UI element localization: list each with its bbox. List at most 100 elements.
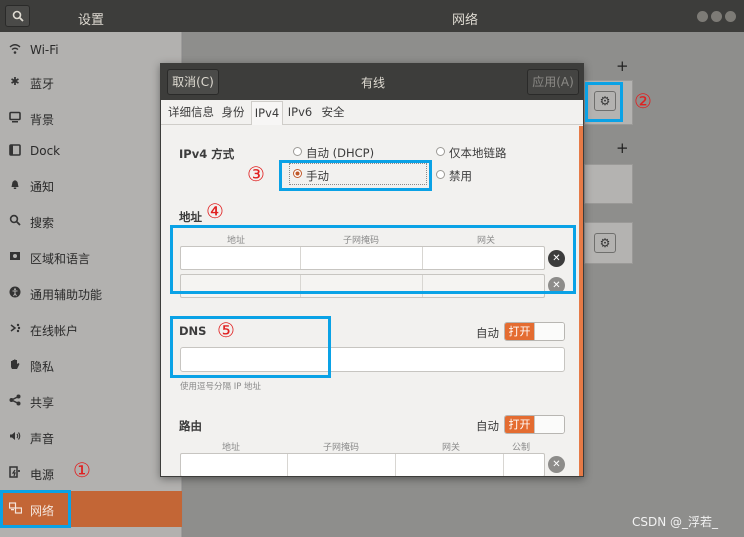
marker-1: ① <box>73 458 91 482</box>
header-bar: 设置 网络 <box>0 0 744 32</box>
gear-icon: ⚙ <box>599 236 611 250</box>
route-gateway-column-header: 网关 <box>441 443 460 453</box>
dns-hint: 使用逗号分隔 IP 地址 <box>180 382 262 392</box>
delete-route-icon[interactable]: ✕ <box>548 456 565 473</box>
column-divider <box>395 454 396 476</box>
settings-title: 设置 <box>78 13 105 28</box>
add-connection-button[interactable]: + <box>616 57 629 75</box>
power-icon <box>8 466 22 480</box>
background-icon <box>8 111 22 125</box>
share-icon <box>8 394 22 408</box>
highlight-dns-field <box>170 316 331 378</box>
sidebar-item-label: 声音 <box>30 432 55 446</box>
tab-ipv6[interactable]: IPv6 <box>285 101 315 125</box>
toggle-on-label: 打开 <box>505 416 534 433</box>
sidebar-item-label: 搜索 <box>30 216 55 230</box>
sidebar-item-label: Dock <box>30 144 61 158</box>
tab-ipv4[interactable]: IPv4 <box>251 101 283 125</box>
sidebar-item-background[interactable]: 背景 <box>0 100 182 136</box>
sidebar-item-bluetooth[interactable]: ✱ 蓝牙 <box>0 64 182 100</box>
maximize-icon[interactable] <box>711 11 722 22</box>
routes-label: 路由 <box>179 419 202 433</box>
radio-disabled[interactable] <box>436 170 445 179</box>
sidebar-item-sound[interactable]: 声音 <box>0 419 182 455</box>
route-metric-column-header: 公制 <box>511 443 530 453</box>
marker-5: ⑤ <box>217 318 235 342</box>
marker-3: ③ <box>247 162 265 186</box>
radio-link-local[interactable] <box>436 147 445 156</box>
hand-icon <box>8 358 22 372</box>
sidebar-item-region-language[interactable]: 区域和语言 <box>0 239 182 275</box>
route-address-column-header: 地址 <box>221 443 240 453</box>
column-divider <box>503 454 504 476</box>
speaker-icon <box>8 430 22 444</box>
sidebar-item-online-accounts[interactable]: 在线帐户 <box>0 311 182 347</box>
radio-dhcp[interactable] <box>293 147 302 156</box>
sidebar-item-power[interactable]: 电源 <box>0 455 182 491</box>
search-button[interactable] <box>5 5 30 27</box>
apply-button[interactable]: 应用(A) <box>527 69 579 95</box>
sidebar: Wi-Fi ✱ 蓝牙 背景 Dock 通知 搜索 区域和语言 通用辅助功能 在线… <box>0 32 182 537</box>
radio-dhcp-label[interactable]: 自动 (DHCP) <box>306 145 374 161</box>
search-icon <box>8 214 22 228</box>
highlight-manual-radio <box>279 160 432 191</box>
accessibility-icon <box>8 286 22 300</box>
tab-identity[interactable]: 身份 <box>219 101 247 125</box>
highlight-network-sidebar <box>0 490 71 528</box>
sidebar-item-label: 电源 <box>30 468 55 482</box>
sidebar-item-label: 区域和语言 <box>30 252 91 266</box>
radio-disabled-label[interactable]: 禁用 <box>449 168 472 184</box>
marker-2: ② <box>634 89 652 113</box>
highlight-gear-button <box>585 82 623 122</box>
panel-title: 网络 <box>452 13 479 28</box>
dns-auto-toggle[interactable]: 打开 <box>504 322 565 341</box>
bluetooth-icon: ✱ <box>10 75 20 88</box>
sidebar-item-notifications[interactable]: 通知 <box>0 167 182 203</box>
sidebar-item-label: 在线帐户 <box>30 324 79 338</box>
dialog-title: 有线 <box>360 76 385 90</box>
sidebar-item-label: 隐私 <box>30 360 55 374</box>
sidebar-item-accessibility[interactable]: 通用辅助功能 <box>0 275 182 311</box>
routes-auto-label: 自动 <box>476 419 499 433</box>
sidebar-item-label: Wi-Fi <box>30 43 59 57</box>
toggle-knob <box>534 323 564 340</box>
sidebar-item-wifi[interactable]: Wi-Fi <box>0 32 182 68</box>
minimize-icon[interactable] <box>697 11 708 22</box>
scrollbar-thumb[interactable] <box>579 126 583 476</box>
sidebar-item-dock[interactable]: Dock <box>0 133 182 169</box>
wifi-icon <box>8 43 22 57</box>
sidebar-item-sharing[interactable]: 共享 <box>0 383 182 419</box>
sidebar-item-label: 蓝牙 <box>30 77 55 91</box>
sidebar-item-search[interactable]: 搜索 <box>0 203 182 239</box>
search-icon <box>12 10 24 22</box>
routes-auto-toggle[interactable]: 打开 <box>504 415 565 434</box>
dns-auto-label: 自动 <box>476 326 499 340</box>
dock-icon <box>8 144 22 158</box>
highlight-address-table <box>170 225 576 294</box>
toggle-knob <box>534 416 564 433</box>
sidebar-item-label: 背景 <box>30 113 55 127</box>
route-row[interactable] <box>180 453 545 476</box>
dialog-header: 取消(C) 有线 应用(A) <box>161 64 583 100</box>
radio-link-local-label[interactable]: 仅本地链路 <box>449 145 507 161</box>
online-accounts-icon <box>8 322 22 336</box>
marker-4: ④ <box>206 199 224 223</box>
column-divider <box>287 454 288 476</box>
bell-icon <box>8 178 22 192</box>
dialog-tabs: 详细信息 身份 IPv4 IPv6 安全 <box>161 100 583 125</box>
toggle-on-label: 打开 <box>505 323 534 340</box>
close-icon[interactable] <box>725 11 736 22</box>
proxy-settings-button[interactable]: ⚙ <box>594 233 616 253</box>
route-netmask-column-header: 子网掩码 <box>322 443 359 453</box>
sidebar-item-privacy[interactable]: 隐私 <box>0 347 182 383</box>
sidebar-item-label: 共享 <box>30 396 55 410</box>
add-vpn-button[interactable]: + <box>616 139 629 157</box>
sidebar-item-label: 通用辅助功能 <box>30 288 103 302</box>
tab-security[interactable]: 安全 <box>318 101 348 125</box>
sidebar-item-label: 通知 <box>30 180 55 194</box>
vpn-card <box>584 164 633 204</box>
watermark: CSDN @_浮若_ <box>632 515 719 529</box>
flag-icon <box>8 250 22 264</box>
ipv4-method-label: IPv4 方式 <box>179 147 235 161</box>
tab-details[interactable]: 详细信息 <box>165 101 217 125</box>
